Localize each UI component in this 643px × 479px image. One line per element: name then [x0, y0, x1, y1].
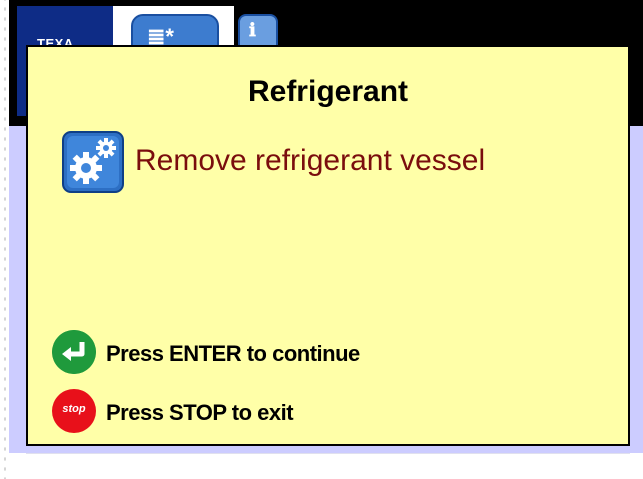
stop-icon-text: stop [62, 403, 86, 415]
bottom-divider [26, 453, 630, 454]
enter-action-label: Press ENTER to continue [106, 341, 360, 366]
refrigerant-dialog: Refrigerant Remove refrigerant vessel Pr… [26, 45, 630, 446]
gears-icon [62, 131, 124, 193]
stop-action-label: Press STOP to exit [106, 400, 294, 425]
stop-icon[interactable]: stop [52, 389, 96, 433]
screen: TEXA ≣* ℹ Refrigerant Remove refrigerant… [0, 0, 643, 479]
dialog-message: Remove refrigerant vessel [135, 144, 486, 177]
enter-icon[interactable] [52, 330, 96, 374]
left-margin-strip [0, 0, 9, 479]
info-icon: ℹ [249, 20, 256, 40]
dialog-title: Refrigerant [247, 75, 409, 108]
